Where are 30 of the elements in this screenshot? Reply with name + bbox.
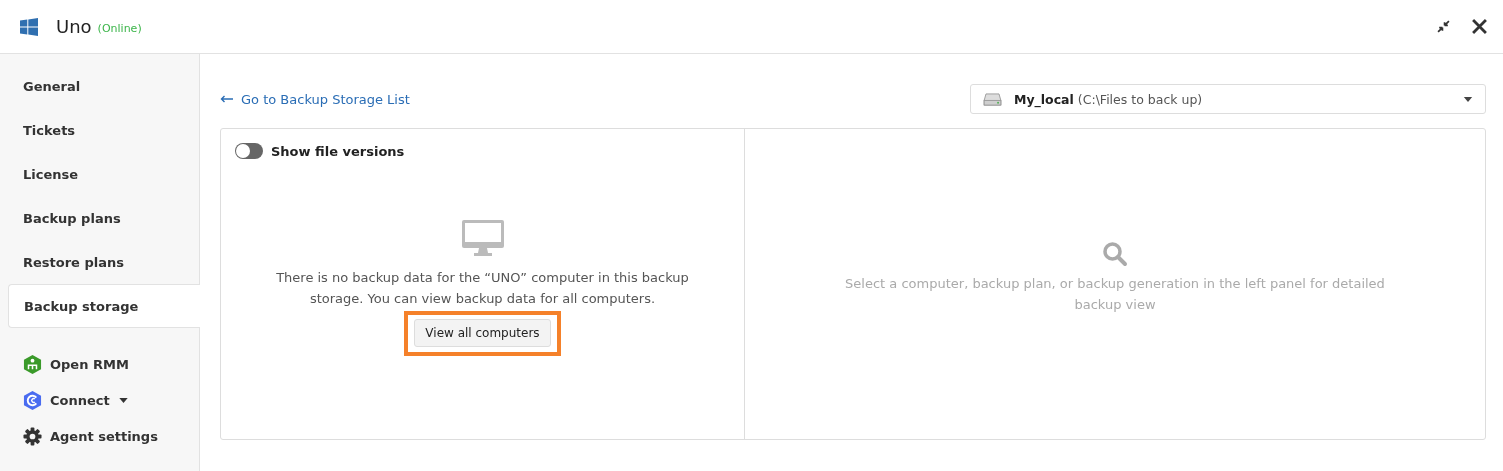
sidebar-link[interactable]: Agent settings xyxy=(50,428,158,444)
windows-logo-icon xyxy=(20,17,38,36)
sidebar-link[interactable]: Open RMM xyxy=(50,356,129,372)
online-status: (Online) xyxy=(97,22,142,35)
sidebar-item[interactable]: General xyxy=(8,64,199,108)
caret-icon xyxy=(1463,96,1473,102)
connect-icon[interactable] xyxy=(23,390,42,410)
sidebar-item[interactable]: Restore plans xyxy=(8,240,199,284)
toggle-switch[interactable] xyxy=(235,143,263,159)
empty-message: There is no backup data for the “UNO” computer in this backup storage. You can view backup data for all computers. xyxy=(275,269,690,308)
search-icon xyxy=(1102,241,1128,267)
window-title: Uno xyxy=(56,16,92,37)
sidebar-item[interactable]: Tickets xyxy=(8,108,199,152)
close-icon[interactable] xyxy=(1472,19,1487,34)
sidebar-item[interactable]: Backup storage xyxy=(8,284,200,328)
sidebar-link[interactable]: Connect xyxy=(50,392,110,408)
rmm-icon[interactable] xyxy=(23,354,42,374)
collapse-icon[interactable] xyxy=(1437,20,1450,33)
left-arrow-icon[interactable] xyxy=(220,95,234,103)
sidebar-item[interactable]: Backup plans xyxy=(8,196,199,240)
sidebar-item[interactable]: License xyxy=(8,152,199,196)
toggle-label: Show file versions xyxy=(271,143,405,159)
caret-icon[interactable] xyxy=(118,397,128,403)
hint-message: Select a computer, backup plan, or backup generation in the left panel for detailed backup view xyxy=(844,275,1386,314)
view-all-button[interactable]: View all computers xyxy=(414,319,551,347)
hard-drive-icon xyxy=(983,92,1002,106)
storage-dropdown[interactable]: My_local (C:\Files to back up) xyxy=(970,84,1486,114)
gear-icon[interactable] xyxy=(23,426,42,446)
monitor-icon xyxy=(460,219,505,257)
back-link[interactable]: Go to Backup Storage List xyxy=(220,91,410,107)
